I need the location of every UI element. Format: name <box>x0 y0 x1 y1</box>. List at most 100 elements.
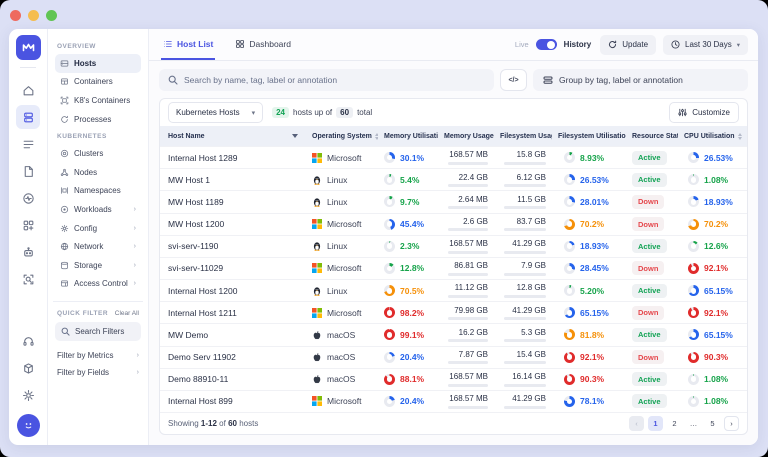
sidebar-item-processes[interactable]: Processes <box>55 110 141 129</box>
sidebar-item-k8-s-containers[interactable]: K8's Containers <box>55 91 141 110</box>
sidebar-item-workloads[interactable]: Workloads › <box>55 200 141 219</box>
table-row[interactable]: MW Host 1189 Linux 9.7% 2.64 MB 11.5 GB 28.01… <box>160 190 747 212</box>
table-row[interactable]: Demo Serv 11902 macOS 20.4% 7.87 GB 15.4 GB 9… <box>160 345 747 368</box>
apm-icon[interactable] <box>16 186 40 210</box>
alerts-bot-icon[interactable] <box>16 240 40 264</box>
table-row[interactable]: MW Host 1 Linux 5.4% 22.4 GB 6.12 GB 26.53% Ac… <box>160 168 747 190</box>
section-label: OVERVIEW <box>57 43 96 50</box>
sidebar-item-access-control[interactable]: Access Control › <box>55 275 141 294</box>
table-row[interactable]: Internal Host 1211 Microsoft 98.2% 79.98 GB… <box>160 301 747 323</box>
next-page-button[interactable]: › <box>724 416 739 431</box>
linux-icon <box>312 241 322 252</box>
cpu-utilisation: 1.08% <box>678 169 747 190</box>
sidebar-item-network[interactable]: Network › <box>55 237 141 256</box>
resource-state: Active <box>626 280 678 301</box>
customize-button[interactable]: Customize <box>669 102 739 123</box>
group-by-button[interactable]: Group by tag, label or annotation <box>533 69 748 91</box>
cpu-utilisation: 26.53% <box>678 147 747 168</box>
operating-system: Linux <box>306 236 378 257</box>
filter-search-input[interactable]: Search Filters <box>55 322 141 342</box>
sidebar-item-filter-by-metrics[interactable]: Filter by Metrics › <box>55 347 141 364</box>
macos-icon <box>312 352 322 362</box>
sidebar-item-nodes[interactable]: Nodes <box>55 163 141 182</box>
table-row[interactable]: Internal Host 899 Microsoft 20.4% 168.57 MB… <box>160 389 747 412</box>
logs-icon[interactable] <box>16 132 40 156</box>
sidebar-item-containers[interactable]: Containers <box>55 73 141 92</box>
memory-usage: 168.57 MB <box>438 369 494 390</box>
clusters-icon <box>60 149 69 158</box>
memory-usage: 22.4 GB <box>438 169 494 190</box>
chevron-right-icon: › <box>136 369 139 377</box>
host-list-icon <box>163 39 173 49</box>
sidebar-item-filter-by-fields[interactable]: Filter by Fields › <box>55 364 141 381</box>
macos-icon <box>312 330 322 340</box>
tab-dashboard[interactable]: Dashboard <box>233 29 293 60</box>
dashboards-icon[interactable] <box>16 213 40 237</box>
table-row[interactable]: MW Host 1200 Microsoft 45.4% 2.6 GB 83.7 GB 7… <box>160 212 747 235</box>
showing-text: Showing 1-12 of 60 hosts <box>168 419 259 428</box>
update-button[interactable]: Update <box>600 34 657 55</box>
search-icon <box>168 75 178 85</box>
column-header-operating-system[interactable]: Operating System <box>306 126 378 146</box>
resource-state: Down <box>626 302 678 323</box>
operating-system: Microsoft <box>306 214 378 235</box>
linux-icon <box>312 197 322 207</box>
main-content: Host List Dashboard Live History Update L… <box>149 29 758 445</box>
docs-icon[interactable] <box>16 159 40 183</box>
sidebar-item-namespaces[interactable]: Namespaces <box>55 182 141 201</box>
column-header-memory-usage[interactable]: Memory Usage <box>438 126 494 146</box>
support-icon[interactable] <box>16 329 40 353</box>
column-header-cpu-utilisation[interactable]: CPU Utilisation <box>678 126 747 146</box>
rail-top-icons <box>16 75 40 294</box>
user-avatar[interactable] <box>16 414 40 437</box>
sidebar-item-storage[interactable]: Storage › <box>55 256 141 275</box>
page-button-1[interactable]: 1 <box>648 416 663 431</box>
hosts-icon <box>60 59 69 68</box>
network-icon <box>60 242 69 251</box>
home-icon[interactable] <box>16 78 40 102</box>
integrations-icon[interactable] <box>16 356 40 380</box>
page-button-2[interactable]: 2 <box>667 416 682 431</box>
minimize-button[interactable] <box>28 10 39 21</box>
table-row[interactable]: svi-serv-1190 Linux 2.3% 168.57 MB 41.29 GB 1… <box>160 234 747 257</box>
table-row[interactable]: MW Demo macOS 99.1% 16.2 GB 5.3 GB 81.8% Activ… <box>160 323 747 345</box>
column-header-resource-state[interactable]: Resource State <box>626 126 678 146</box>
clear-all-link[interactable]: Clear All <box>115 310 139 317</box>
column-header-filesystem-utilisation[interactable]: Filesystem Utilisation <box>552 126 626 146</box>
table-row[interactable]: Internal Host 1200 Linux 70.5% 11.12 GB 12.8… <box>160 279 747 301</box>
column-header-host-name[interactable]: Host Name <box>160 126 306 146</box>
sidebar-item-config[interactable]: Config › <box>55 219 141 238</box>
icon-rail <box>9 29 48 445</box>
table-row[interactable]: Demo 88910-11 macOS 88.1% 168.57 MB 16.14 GB… <box>160 367 747 390</box>
column-header-filesystem-usage[interactable]: Filesystem Usage <box>494 126 552 146</box>
resource-state: Down <box>626 214 678 235</box>
settings-icon[interactable] <box>16 383 40 407</box>
query-code-button[interactable]: </> <box>500 69 527 91</box>
sidebar-item-hosts[interactable]: Hosts <box>55 54 141 73</box>
host-type-select[interactable]: Kubernetes Hosts ▾ <box>168 102 264 123</box>
zoom-button[interactable] <box>46 10 57 21</box>
filesystem-utilisation: 5.20% <box>552 280 626 301</box>
filesystem-donut <box>564 307 575 319</box>
filesystem-utilisation: 26.53% <box>552 169 626 190</box>
processes-icon <box>60 115 69 124</box>
synthetics-icon[interactable] <box>16 267 40 291</box>
tab-host-list[interactable]: Host List <box>161 29 216 60</box>
memory-donut <box>384 174 395 186</box>
live-history-toggle[interactable] <box>535 39 557 50</box>
host-search-input[interactable]: Search by name, tag, label or annotation <box>159 69 494 91</box>
infrastructure-icon[interactable] <box>16 105 40 129</box>
table-row[interactable]: svi-serv-11029 Microsoft 12.8% 86.81 GB 7.9 … <box>160 256 747 279</box>
table-row[interactable]: Internal Host 1289 Microsoft 30.1% 168.57 M… <box>160 146 747 168</box>
page-button-5[interactable]: 5 <box>705 416 720 431</box>
close-button[interactable] <box>10 10 21 21</box>
resource-state: Active <box>626 391 678 412</box>
app-logo-icon[interactable] <box>15 35 41 60</box>
time-range-select[interactable]: Last 30 Days ▾ <box>663 34 748 55</box>
column-header-memory-utilisation[interactable]: Memory Utilisation <box>378 126 438 146</box>
filesystem-utilisation: 28.45% <box>552 258 626 279</box>
prev-page-button[interactable]: ‹ <box>629 416 644 431</box>
filesystem-usage: 16.14 GB <box>494 369 552 390</box>
sidebar-item-clusters[interactable]: Clusters <box>55 144 141 163</box>
app-window: OVERVIEW Hosts Containers K8's Containers Pr… <box>9 29 758 445</box>
